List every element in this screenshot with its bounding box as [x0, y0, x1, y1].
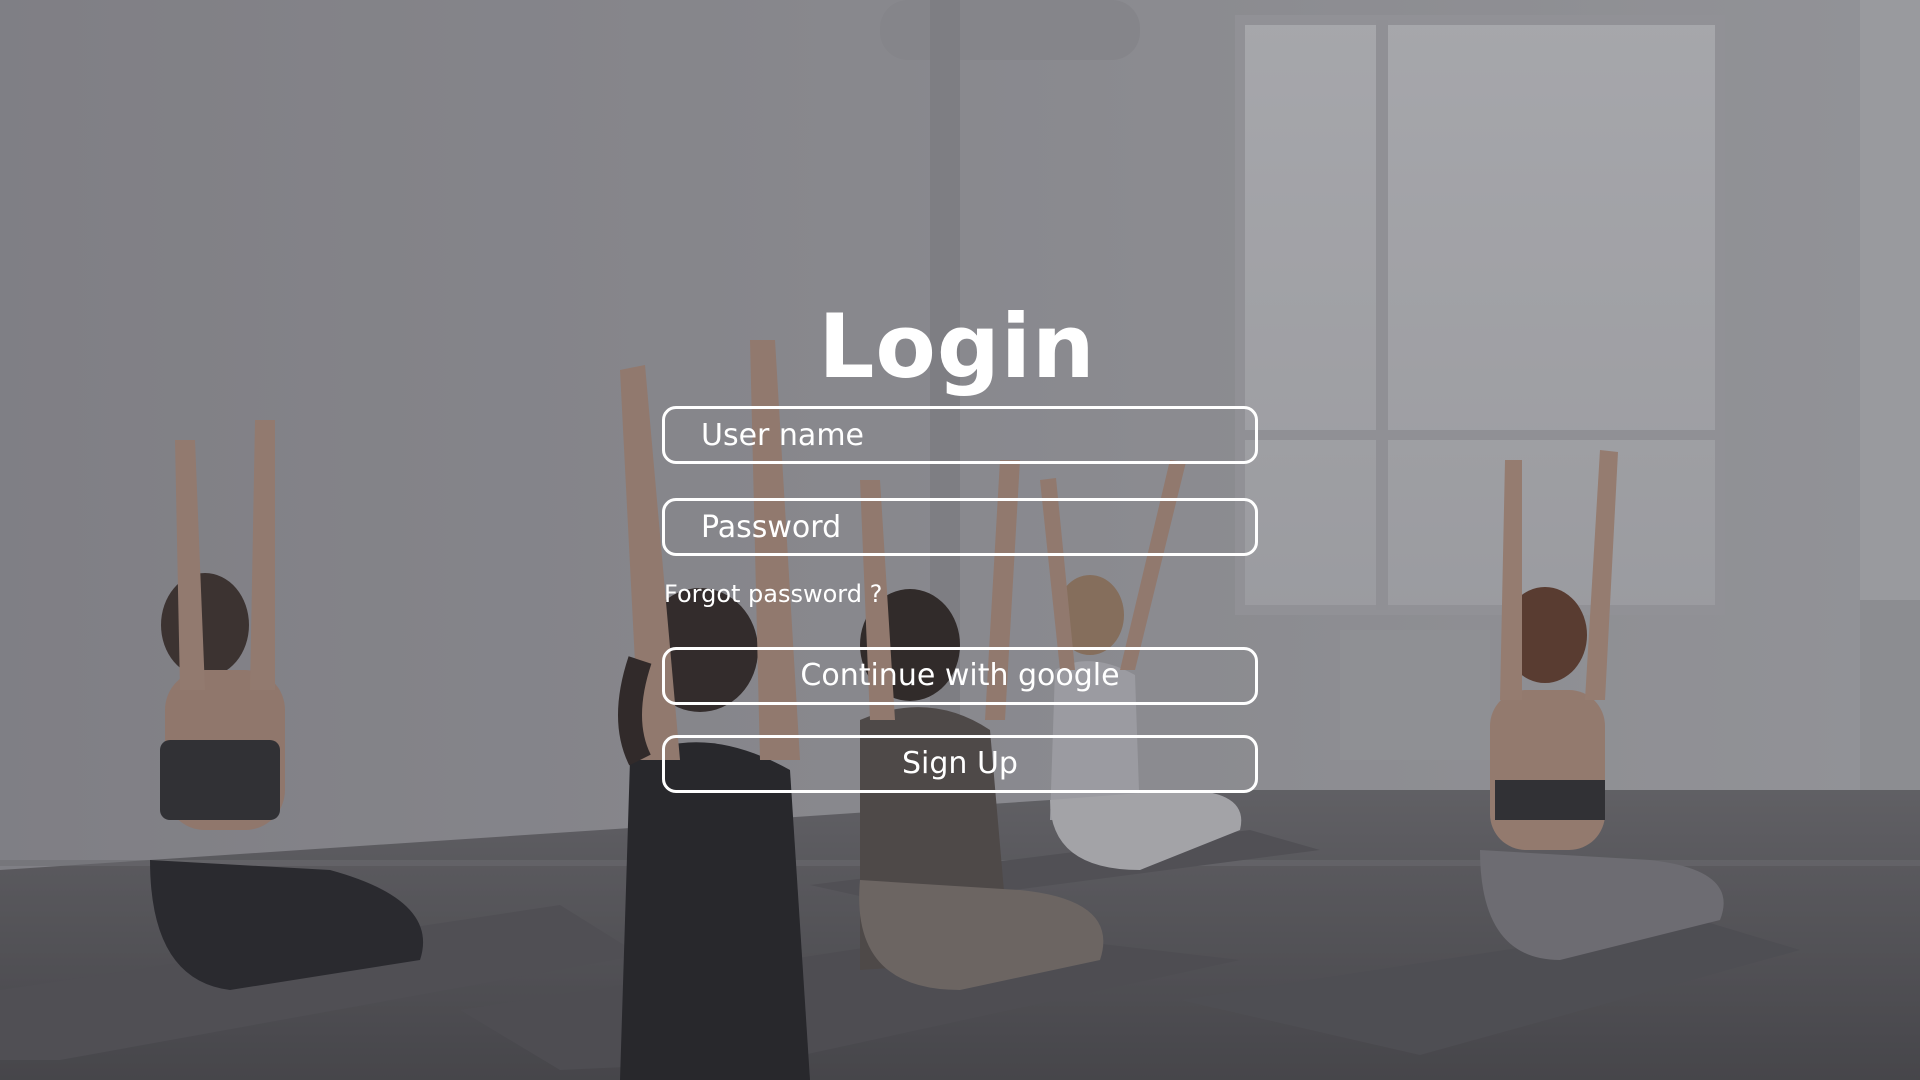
password-input[interactable] [665, 501, 1255, 553]
username-field [662, 406, 1258, 464]
forgot-password-link[interactable]: Forgot password ? [664, 580, 882, 608]
sign-up-button[interactable]: Sign Up [662, 735, 1258, 793]
page-title: Login [818, 294, 1096, 398]
username-input[interactable] [665, 409, 1255, 461]
continue-with-google-button[interactable]: Continue with google [662, 647, 1258, 705]
login-page: Login Forgot password ? Continue with go… [0, 0, 1920, 1080]
password-field [662, 498, 1258, 556]
